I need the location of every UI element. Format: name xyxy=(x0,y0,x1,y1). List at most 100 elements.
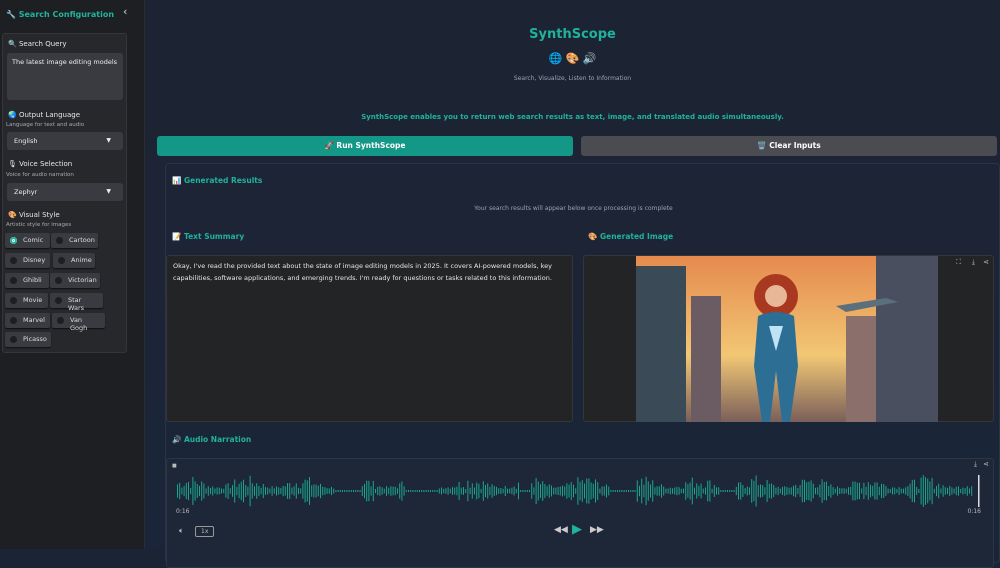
run-synthscope-button[interactable]: 🚀 Run SynthScope xyxy=(157,136,573,156)
waveform-bar xyxy=(353,490,354,492)
waveform-bar xyxy=(192,477,194,505)
radio-label: Disney xyxy=(23,256,46,264)
waveform-bar xyxy=(579,481,581,501)
results-panel: 📊 Generated Results Your search results … xyxy=(165,163,1000,568)
fast-forward-icon[interactable]: ▶▶ xyxy=(590,525,604,535)
style-radio-star-wars[interactable]: Star Wars xyxy=(50,293,103,312)
fullscreen-icon[interactable]: ⛶ xyxy=(956,258,961,267)
language-value: English xyxy=(14,137,38,145)
waveform-bar xyxy=(531,483,533,499)
share-icon[interactable]: ⋖ xyxy=(983,258,989,266)
style-radio-disney[interactable]: Disney xyxy=(5,253,50,268)
waveform-bar xyxy=(650,484,651,498)
waveform-bar xyxy=(876,482,878,500)
style-radio-anime[interactable]: Anime xyxy=(53,253,95,268)
style-radio-comic[interactable]: Comic xyxy=(5,233,50,248)
waveform-bar xyxy=(273,488,275,494)
waveform-bar xyxy=(410,490,412,492)
waveform-bar xyxy=(265,487,266,495)
waveform-bar xyxy=(491,484,493,498)
waveform-bar xyxy=(821,479,823,503)
waveform-bar xyxy=(480,488,482,494)
waveform-bar xyxy=(271,486,273,496)
waveform-bar xyxy=(834,488,836,494)
waveform-bar xyxy=(676,486,678,496)
waveform-bar xyxy=(196,484,198,498)
waveform-bar xyxy=(696,483,698,499)
waveform-bar xyxy=(498,488,500,494)
waveform-bar xyxy=(971,486,973,496)
waveform-bar xyxy=(815,487,816,495)
visual-style-label: 🎨 Visual Style xyxy=(8,211,60,219)
waveform-bar xyxy=(672,488,673,494)
waveform-bar xyxy=(903,488,904,494)
waveform-bar xyxy=(317,485,319,497)
volume-icon[interactable]: 🔈︎ xyxy=(179,526,184,536)
collapse-sidebar-button[interactable]: ‹ xyxy=(123,5,127,18)
waveform-bar xyxy=(463,487,464,495)
waveform-bar xyxy=(236,486,238,496)
waveform-bar xyxy=(788,487,790,495)
generated-image-box: ⛶ ⤓ ⋖ xyxy=(583,255,994,422)
waveform-bar xyxy=(438,488,440,494)
waveform-bar xyxy=(806,482,808,500)
waveform-bar xyxy=(467,480,469,502)
voice-select[interactable]: Zephyr ▼ xyxy=(7,183,123,201)
waveform-bar xyxy=(966,486,968,496)
waveform-bar xyxy=(432,490,434,492)
waveform-bar xyxy=(837,486,838,496)
waveform-bar xyxy=(445,488,447,494)
style-radio-cartoon[interactable]: Cartoon xyxy=(51,233,98,248)
style-radio-victorian[interactable]: Victorian xyxy=(50,273,100,288)
waveform-bar xyxy=(724,490,726,492)
style-radio-van-gogh[interactable]: Van Gogh xyxy=(52,313,105,332)
waveform-bar xyxy=(507,488,508,494)
waveform-bar xyxy=(795,484,797,498)
waveform-bar xyxy=(542,481,544,501)
waveform-bar xyxy=(933,488,935,494)
app-title: SynthScope xyxy=(529,27,616,42)
waveform-bar xyxy=(566,483,568,499)
waveform-bar xyxy=(927,478,929,504)
waveform[interactable] xyxy=(175,473,987,509)
waveform-bar xyxy=(280,488,282,494)
download-icon[interactable]: ⤓ xyxy=(974,460,977,469)
waveform-bar xyxy=(887,488,889,494)
style-radio-ghibli[interactable]: Ghibli xyxy=(5,273,49,288)
waveform-bar xyxy=(909,483,911,499)
clear-inputs-button[interactable]: 🗑️ Clear Inputs xyxy=(581,136,997,156)
waveform-bar xyxy=(221,488,222,494)
waveform-bar xyxy=(625,490,627,492)
playhead[interactable] xyxy=(978,475,980,507)
style-radio-picasso[interactable]: Picasso xyxy=(5,332,51,347)
download-icon[interactable]: ⤓ xyxy=(972,258,975,267)
waveform-bar xyxy=(471,483,473,499)
playback-speed-button[interactable]: 1x xyxy=(195,526,215,537)
waveform-bar xyxy=(738,482,739,500)
waveform-bar xyxy=(482,481,484,501)
waveform-bar xyxy=(368,480,370,502)
share-icon[interactable]: ⋖ xyxy=(983,460,989,468)
waveform-bar xyxy=(540,484,541,498)
waveform-bar xyxy=(784,486,786,496)
style-radio-movie[interactable]: Movie xyxy=(5,293,48,308)
output-language-select[interactable]: English ▼ xyxy=(7,132,123,150)
waveform-bar xyxy=(716,487,717,495)
waveform-bar xyxy=(793,485,794,497)
radio-label: Star Wars xyxy=(68,296,85,312)
play-icon[interactable]: ▶ xyxy=(572,522,582,537)
waveform-bar xyxy=(705,487,706,495)
generated-image-heading: 🎨 Generated Image xyxy=(588,232,674,241)
waveform-bar xyxy=(661,484,662,498)
waveform-bar xyxy=(799,485,801,497)
waveform-bar xyxy=(577,477,579,505)
waveform-bar xyxy=(786,487,788,495)
waveform-bar xyxy=(843,488,845,494)
search-query-input[interactable]: The latest image editing models xyxy=(7,53,123,100)
waveform-bar xyxy=(922,475,924,507)
waveform-bar xyxy=(366,480,368,502)
rewind-icon[interactable]: ◀◀ xyxy=(554,525,568,535)
style-radio-marvel[interactable]: Marvel xyxy=(5,313,50,328)
waveform-bar xyxy=(291,487,293,495)
text-summary-box[interactable]: Okay, I've read the provided text about … xyxy=(166,255,573,422)
